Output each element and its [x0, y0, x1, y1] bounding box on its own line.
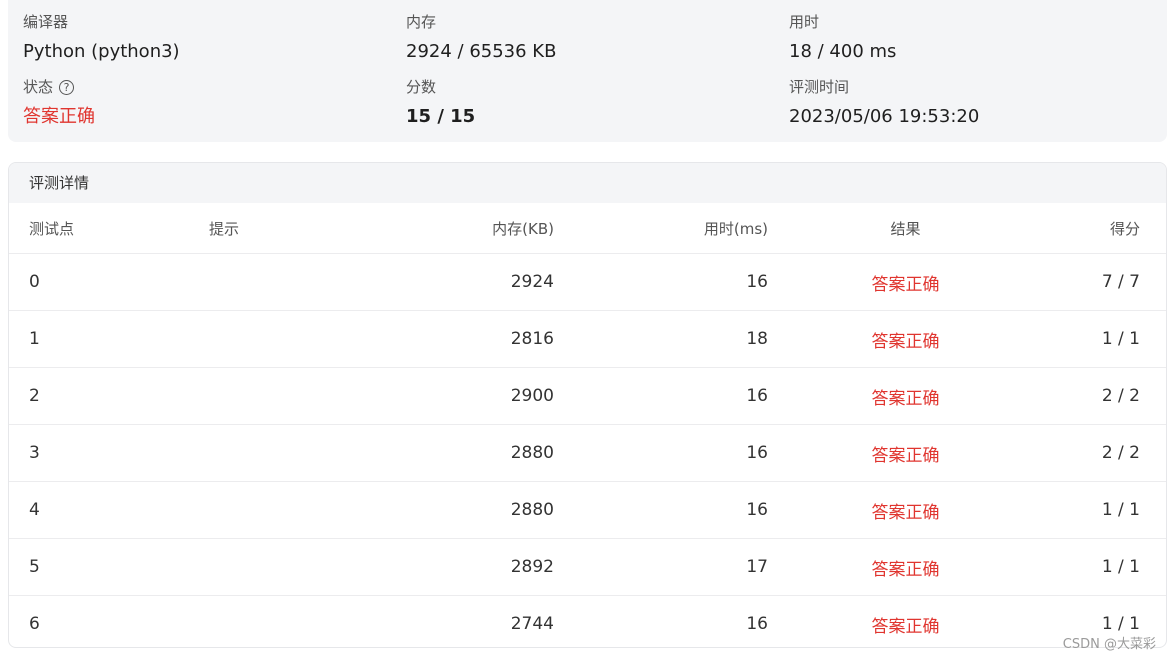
cell-result: 答案正确: [768, 253, 1043, 311]
cell-time: 18: [554, 310, 768, 368]
judge-details-title: 评测详情: [9, 163, 1166, 203]
cell-hint: [209, 596, 369, 648]
time-value: 18 / 400 ms: [789, 41, 897, 62]
cell-hint: [209, 481, 369, 539]
cell-time: 16: [554, 367, 768, 425]
cell-memory: 2924: [369, 253, 554, 311]
column-header-hint: 提示: [209, 203, 369, 254]
cell-score: 1 / 1: [1043, 538, 1166, 596]
table-row: 0 2924 16 答案正确 7 / 7: [9, 253, 1166, 311]
cell-time: 16: [554, 481, 768, 539]
memory-cell: 内存 2924 / 65536 KB: [406, 12, 556, 63]
cell-result: 答案正确: [768, 367, 1043, 425]
cell-score: 2 / 2: [1043, 424, 1166, 482]
memory-value: 2924 / 65536 KB: [406, 41, 557, 62]
cell-hint: [209, 424, 369, 482]
cell-result: 答案正确: [768, 310, 1043, 368]
cell-score: 1 / 1: [1043, 481, 1166, 539]
status-label-row: 状态 ?: [23, 77, 95, 97]
cell-time: 16: [554, 253, 768, 311]
table-header-row: 测试点 提示 内存(KB) 用时(ms) 结果 得分: [9, 203, 1166, 254]
testcase-table: 测试点 提示 内存(KB) 用时(ms) 结果 得分 0 2924 16 答案正…: [9, 203, 1166, 648]
table-row: 2 2900 16 答案正确 2 / 2: [9, 367, 1166, 425]
cell-memory: 2744: [510, 614, 554, 634]
table-row: 6 2744 16 答案正确 1 / 1: [9, 596, 1166, 648]
submission-summary-panel: 编译器 Python (python3) 内存 2924 / 65536 KB …: [8, 0, 1167, 142]
cell-result: 答案正确: [871, 616, 940, 637]
status-cell: 状态 ? 答案正确: [23, 77, 95, 128]
cell-memory: 2880: [369, 424, 554, 482]
cell-memory: 2816: [369, 310, 554, 368]
judge-time-label: 评测时间: [789, 78, 850, 96]
compiler-label: 编译器: [23, 13, 69, 31]
cell-hint: [209, 538, 369, 596]
column-header-point: 测试点: [9, 203, 209, 254]
cell-time: 16: [746, 614, 768, 634]
cell-result: 答案正确: [768, 481, 1043, 539]
time-cell: 用时 18 / 400 ms: [789, 12, 896, 63]
cell-point: 3: [9, 424, 209, 482]
cell-point: 0: [9, 253, 209, 311]
judge-time-cell: 评测时间 2023/05/06 19:53:20: [789, 77, 979, 128]
csdn-watermark: CSDN @大菜彩: [1062, 637, 1156, 652]
column-header-result: 结果: [768, 203, 1043, 254]
memory-label: 内存: [406, 13, 437, 31]
score-label: 分数: [406, 78, 437, 96]
column-header-score: 得分: [1043, 203, 1166, 254]
cell-score: 1 / 1: [1043, 310, 1166, 368]
cell-result: 答案正确: [768, 424, 1043, 482]
time-label: 用时: [789, 13, 820, 31]
cell-hint: [209, 310, 369, 368]
judge-time-value: 2023/05/06 19:53:20: [789, 106, 980, 127]
cell-memory: 2892: [369, 538, 554, 596]
cell-point: 6: [29, 614, 40, 634]
cell-point: 5: [9, 538, 209, 596]
score-cell: 分数 15 / 15: [406, 77, 475, 128]
score-value: 15 / 15: [406, 106, 476, 127]
column-header-memory: 内存(KB): [369, 203, 554, 254]
cell-point: 4: [9, 481, 209, 539]
table-row: 1 2816 18 答案正确 1 / 1: [9, 310, 1166, 368]
status-value: 答案正确: [23, 106, 95, 127]
table-row: 4 2880 16 答案正确 1 / 1: [9, 481, 1166, 539]
cell-result: 答案正确: [768, 538, 1043, 596]
cell-time: 17: [554, 538, 768, 596]
cell-hint: [209, 253, 369, 311]
cell-memory: 2880: [369, 481, 554, 539]
question-circle-icon[interactable]: ?: [59, 79, 75, 95]
table-row: 5 2892 17 答案正确 1 / 1: [9, 538, 1166, 596]
cell-score: 2 / 2: [1043, 367, 1166, 425]
compiler-value: Python (python3): [23, 41, 180, 62]
table-row: 3 2880 16 答案正确 2 / 2: [9, 424, 1166, 482]
judge-details-panel: 评测详情 测试点 提示 内存(KB) 用时(ms) 结果 得分 0 2924 1…: [8, 162, 1167, 648]
cell-point: 1: [9, 310, 209, 368]
cell-hint: [209, 367, 369, 425]
status-label: 状态: [23, 78, 54, 96]
cell-memory: 2900: [369, 367, 554, 425]
cell-time: 16: [554, 424, 768, 482]
cell-point: 2: [9, 367, 209, 425]
column-header-time: 用时(ms): [554, 203, 768, 254]
cell-score: 7 / 7: [1043, 253, 1166, 311]
compiler-cell: 编译器 Python (python3): [23, 12, 180, 63]
